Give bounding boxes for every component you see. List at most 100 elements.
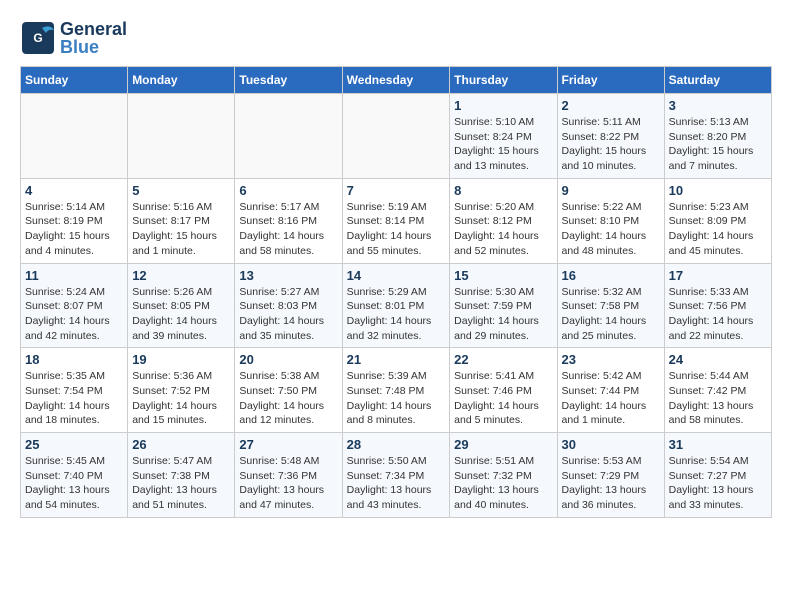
calendar-week-4: 18 Sunrise: 5:35 AM Sunset: 7:54 PM Dayli… bbox=[21, 348, 772, 433]
logo-blue-text: Blue bbox=[60, 38, 127, 56]
day-number: 12 bbox=[132, 268, 230, 283]
day-info: Sunrise: 5:29 AM Sunset: 8:01 PM Dayligh… bbox=[347, 285, 446, 344]
calendar-cell bbox=[21, 94, 128, 179]
day-info: Sunrise: 5:53 AM Sunset: 7:29 PM Dayligh… bbox=[562, 454, 660, 513]
day-info: Sunrise: 5:30 AM Sunset: 7:59 PM Dayligh… bbox=[454, 285, 552, 344]
day-info: Sunrise: 5:51 AM Sunset: 7:32 PM Dayligh… bbox=[454, 454, 552, 513]
day-info: Sunrise: 5:54 AM Sunset: 7:27 PM Dayligh… bbox=[669, 454, 767, 513]
day-info: Sunrise: 5:14 AM Sunset: 8:19 PM Dayligh… bbox=[25, 200, 123, 259]
day-info: Sunrise: 5:48 AM Sunset: 7:36 PM Dayligh… bbox=[239, 454, 337, 513]
day-number: 2 bbox=[562, 98, 660, 113]
day-number: 20 bbox=[239, 352, 337, 367]
calendar-cell: 16 Sunrise: 5:32 AM Sunset: 7:58 PM Dayli… bbox=[557, 263, 664, 348]
calendar-cell: 27Sunrise: 5:48 AM Sunset: 7:36 PM Dayli… bbox=[235, 433, 342, 518]
calendar-cell bbox=[128, 94, 235, 179]
calendar-cell: 14Sunrise: 5:29 AM Sunset: 8:01 PM Dayli… bbox=[342, 263, 450, 348]
logo-icon: G bbox=[20, 20, 56, 56]
day-info: Sunrise: 5:41 AM Sunset: 7:46 PM Dayligh… bbox=[454, 369, 552, 428]
day-info: Sunrise: 5:39 AM Sunset: 7:48 PM Dayligh… bbox=[347, 369, 446, 428]
calendar-cell: 30 Sunrise: 5:53 AM Sunset: 7:29 PM Dayli… bbox=[557, 433, 664, 518]
day-number: 24 bbox=[669, 352, 767, 367]
calendar-cell: 5 Sunrise: 5:16 AM Sunset: 8:17 PM Daylig… bbox=[128, 178, 235, 263]
calendar-header-tuesday: Tuesday bbox=[235, 67, 342, 94]
day-number: 5 bbox=[132, 183, 230, 198]
day-number: 1 bbox=[454, 98, 552, 113]
calendar-cell: 17 Sunrise: 5:33 AM Sunset: 7:56 PM Dayli… bbox=[664, 263, 771, 348]
day-number: 23 bbox=[562, 352, 660, 367]
calendar-week-2: 4Sunrise: 5:14 AM Sunset: 8:19 PM Daylig… bbox=[21, 178, 772, 263]
day-info: Sunrise: 5:24 AM Sunset: 8:07 PM Dayligh… bbox=[25, 285, 123, 344]
day-number: 19 bbox=[132, 352, 230, 367]
day-info: Sunrise: 5:19 AM Sunset: 8:14 PM Dayligh… bbox=[347, 200, 446, 259]
calendar-cell: 6 Sunrise: 5:17 AM Sunset: 8:16 PM Daylig… bbox=[235, 178, 342, 263]
day-info: Sunrise: 5:17 AM Sunset: 8:16 PM Dayligh… bbox=[239, 200, 337, 259]
calendar-table: SundayMondayTuesdayWednesdayThursdayFrid… bbox=[20, 66, 772, 518]
day-number: 6 bbox=[239, 183, 337, 198]
day-number: 13 bbox=[239, 268, 337, 283]
calendar-cell: 28 Sunrise: 5:50 AM Sunset: 7:34 PM Dayli… bbox=[342, 433, 450, 518]
calendar-header-wednesday: Wednesday bbox=[342, 67, 450, 94]
svg-text:G: G bbox=[33, 31, 42, 45]
day-info: Sunrise: 5:38 AM Sunset: 7:50 PM Dayligh… bbox=[239, 369, 337, 428]
day-info: Sunrise: 5:13 AM Sunset: 8:20 PM Dayligh… bbox=[669, 115, 767, 174]
day-number: 31 bbox=[669, 437, 767, 452]
calendar-cell: 18 Sunrise: 5:35 AM Sunset: 7:54 PM Dayli… bbox=[21, 348, 128, 433]
day-info: Sunrise: 5:47 AM Sunset: 7:38 PM Dayligh… bbox=[132, 454, 230, 513]
logo: G General Blue bbox=[20, 20, 127, 56]
day-number: 11 bbox=[25, 268, 123, 283]
day-number: 28 bbox=[347, 437, 446, 452]
calendar-cell: 7 Sunrise: 5:19 AM Sunset: 8:14 PM Daylig… bbox=[342, 178, 450, 263]
day-number: 26 bbox=[132, 437, 230, 452]
calendar-cell: 2Sunrise: 5:11 AM Sunset: 8:22 PM Daylig… bbox=[557, 94, 664, 179]
day-info: Sunrise: 5:33 AM Sunset: 7:56 PM Dayligh… bbox=[669, 285, 767, 344]
calendar-cell: 10 Sunrise: 5:23 AM Sunset: 8:09 PM Dayli… bbox=[664, 178, 771, 263]
day-info: Sunrise: 5:10 AM Sunset: 8:24 PM Dayligh… bbox=[454, 115, 552, 174]
calendar-cell: 15Sunrise: 5:30 AM Sunset: 7:59 PM Dayli… bbox=[450, 263, 557, 348]
day-info: Sunrise: 5:32 AM Sunset: 7:58 PM Dayligh… bbox=[562, 285, 660, 344]
day-info: Sunrise: 5:20 AM Sunset: 8:12 PM Dayligh… bbox=[454, 200, 552, 259]
calendar-cell: 9 Sunrise: 5:22 AM Sunset: 8:10 PM Daylig… bbox=[557, 178, 664, 263]
day-number: 30 bbox=[562, 437, 660, 452]
calendar-header-friday: Friday bbox=[557, 67, 664, 94]
calendar-week-5: 25 Sunrise: 5:45 AM Sunset: 7:40 PM Dayli… bbox=[21, 433, 772, 518]
calendar-cell: 12 Sunrise: 5:26 AM Sunset: 8:05 PM Dayli… bbox=[128, 263, 235, 348]
day-number: 3 bbox=[669, 98, 767, 113]
day-info: Sunrise: 5:44 AM Sunset: 7:42 PM Dayligh… bbox=[669, 369, 767, 428]
day-info: Sunrise: 5:50 AM Sunset: 7:34 PM Dayligh… bbox=[347, 454, 446, 513]
day-number: 9 bbox=[562, 183, 660, 198]
calendar-cell bbox=[235, 94, 342, 179]
calendar-cell: 19 Sunrise: 5:36 AM Sunset: 7:52 PM Dayli… bbox=[128, 348, 235, 433]
day-number: 8 bbox=[454, 183, 552, 198]
logo-general-text: General bbox=[60, 20, 127, 38]
calendar-cell: 26 Sunrise: 5:47 AM Sunset: 7:38 PM Dayli… bbox=[128, 433, 235, 518]
day-number: 10 bbox=[669, 183, 767, 198]
day-info: Sunrise: 5:45 AM Sunset: 7:40 PM Dayligh… bbox=[25, 454, 123, 513]
day-info: Sunrise: 5:35 AM Sunset: 7:54 PM Dayligh… bbox=[25, 369, 123, 428]
calendar-cell: 25 Sunrise: 5:45 AM Sunset: 7:40 PM Dayli… bbox=[21, 433, 128, 518]
calendar-week-3: 11 Sunrise: 5:24 AM Sunset: 8:07 PM Dayli… bbox=[21, 263, 772, 348]
day-number: 17 bbox=[669, 268, 767, 283]
calendar-header-row: SundayMondayTuesdayWednesdayThursdayFrid… bbox=[21, 67, 772, 94]
calendar-week-1: 1 Sunrise: 5:10 AM Sunset: 8:24 PM Daylig… bbox=[21, 94, 772, 179]
calendar-cell: 1 Sunrise: 5:10 AM Sunset: 8:24 PM Daylig… bbox=[450, 94, 557, 179]
calendar-header-sunday: Sunday bbox=[21, 67, 128, 94]
calendar-cell: 11 Sunrise: 5:24 AM Sunset: 8:07 PM Dayli… bbox=[21, 263, 128, 348]
day-info: Sunrise: 5:26 AM Sunset: 8:05 PM Dayligh… bbox=[132, 285, 230, 344]
calendar-cell: 3 Sunrise: 5:13 AM Sunset: 8:20 PM Daylig… bbox=[664, 94, 771, 179]
day-info: Sunrise: 5:22 AM Sunset: 8:10 PM Dayligh… bbox=[562, 200, 660, 259]
day-info: Sunrise: 5:42 AM Sunset: 7:44 PM Dayligh… bbox=[562, 369, 660, 428]
day-number: 16 bbox=[562, 268, 660, 283]
calendar-cell: 20 Sunrise: 5:38 AM Sunset: 7:50 PM Dayli… bbox=[235, 348, 342, 433]
day-info: Sunrise: 5:16 AM Sunset: 8:17 PM Dayligh… bbox=[132, 200, 230, 259]
day-number: 18 bbox=[25, 352, 123, 367]
day-number: 22 bbox=[454, 352, 552, 367]
day-info: Sunrise: 5:36 AM Sunset: 7:52 PM Dayligh… bbox=[132, 369, 230, 428]
calendar-cell: 31 Sunrise: 5:54 AM Sunset: 7:27 PM Dayli… bbox=[664, 433, 771, 518]
day-number: 29 bbox=[454, 437, 552, 452]
day-number: 7 bbox=[347, 183, 446, 198]
day-info: Sunrise: 5:23 AM Sunset: 8:09 PM Dayligh… bbox=[669, 200, 767, 259]
page-header: G General Blue bbox=[20, 20, 772, 56]
calendar-header-saturday: Saturday bbox=[664, 67, 771, 94]
day-number: 25 bbox=[25, 437, 123, 452]
calendar-cell: 13Sunrise: 5:27 AM Sunset: 8:03 PM Dayli… bbox=[235, 263, 342, 348]
